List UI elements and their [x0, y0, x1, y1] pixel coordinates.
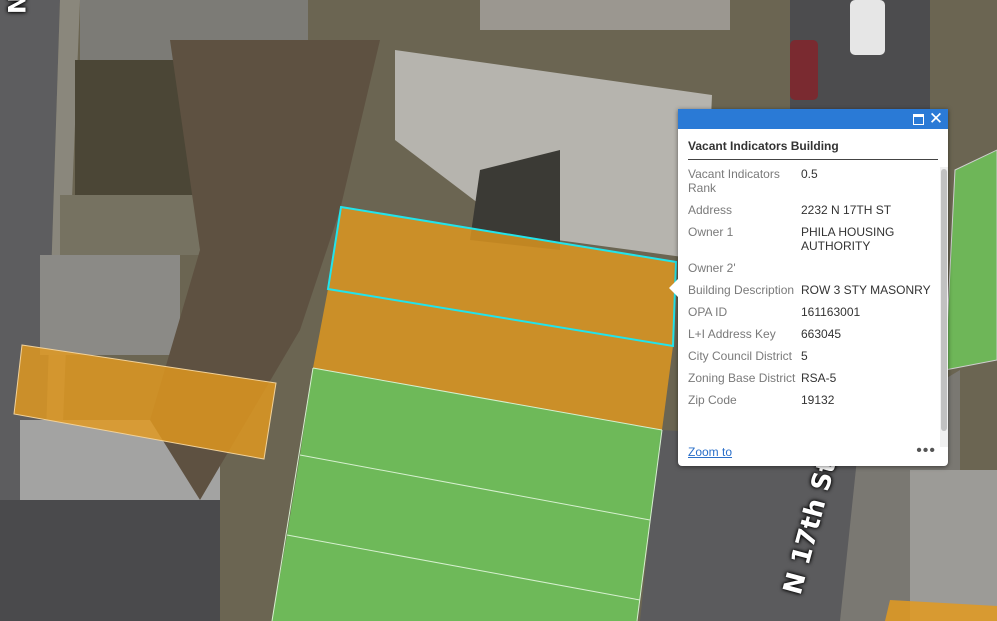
attribute-row: L+I Address Key 663045: [688, 327, 936, 349]
attribute-row: Zip Code 19132: [688, 393, 936, 415]
attribute-name: OPA ID: [688, 305, 728, 319]
attribute-row: Vacant Indicators Rank 0.5: [688, 167, 936, 203]
attribute-value: [801, 261, 936, 283]
scrollbar-thumb[interactable]: [941, 169, 947, 431]
attribute-value: 0.5: [801, 167, 818, 181]
attribute-name: L+I Address Key: [688, 327, 776, 341]
popup-footer: Zoom to •••: [688, 442, 936, 461]
attribute-value: 663045: [801, 327, 842, 341]
attribute-name: Owner 1: [688, 225, 734, 239]
attribute-name: Vacant Indicators Rank: [688, 167, 780, 195]
attribute-value: ROW 3 STY MASONRY: [801, 283, 931, 297]
attribute-row: Building Description ROW 3 STY MASONRY: [688, 283, 936, 305]
maximize-icon[interactable]: [910, 111, 926, 127]
attribute-value: PHILA HOUSING AUTHORITY: [801, 225, 895, 253]
more-options-button[interactable]: •••: [916, 442, 936, 460]
attribute-name: Owner 2': [688, 261, 736, 275]
popup-attributes: Vacant Indicators Rank 0.5 Address 2232 …: [678, 167, 940, 447]
close-icon[interactable]: ✕: [928, 110, 944, 127]
attribute-value: 5: [801, 349, 808, 363]
attribute-name: Zoning Base District: [688, 371, 796, 385]
attribute-name: Address: [688, 203, 733, 217]
attribute-row: Owner 1 PHILA HOUSING AUTHORITY: [688, 225, 936, 261]
feature-popup: ✕ Vacant Indicators Building Vacant Indi…: [669, 109, 948, 466]
zoom-to-link[interactable]: Zoom to: [688, 445, 732, 459]
popup-title: Vacant Indicators Building: [688, 139, 938, 160]
attribute-name: City Council District: [688, 349, 793, 363]
attribute-name: Zip Code: [688, 393, 737, 407]
popup-header: ✕: [678, 109, 948, 129]
popup-scrollbar[interactable]: [940, 167, 948, 447]
attribute-row: City Council District 5: [688, 349, 936, 371]
attribute-row: OPA ID 161163001: [688, 305, 936, 327]
attribute-value: 161163001: [801, 305, 861, 319]
attribute-name: Building Description: [688, 283, 795, 297]
attribute-value: 19132: [801, 393, 835, 407]
attribute-row: Zoning Base District RSA-5: [688, 371, 936, 393]
attribute-row: Owner 2': [688, 261, 936, 283]
attribute-value: 2232 N 17TH ST: [801, 203, 892, 217]
map-view[interactable]: N 17th St N ✕ Vacant Indicators Building…: [0, 0, 997, 621]
attribute-value: RSA-5: [801, 371, 837, 385]
attribute-table: Vacant Indicators Rank 0.5 Address 2232 …: [688, 167, 936, 415]
attribute-row: Address 2232 N 17TH ST: [688, 203, 936, 225]
street-label-n: N: [2, 0, 30, 15]
